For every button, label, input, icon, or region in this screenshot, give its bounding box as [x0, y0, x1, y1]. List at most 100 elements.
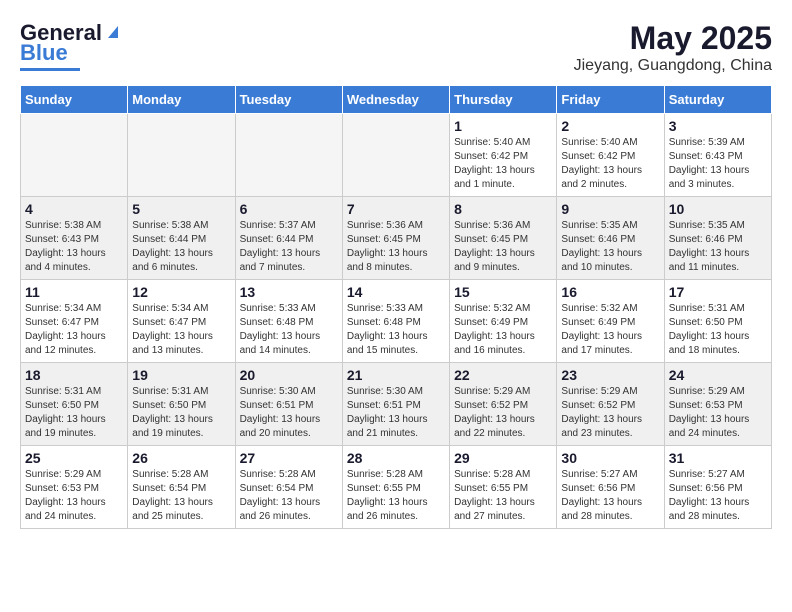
logo-icon	[104, 22, 122, 40]
calendar-cell: 11 Sunrise: 5:34 AMSunset: 6:47 PMDayligh…	[21, 280, 128, 363]
calendar-cell: 6Sunrise: 5:37 AMSunset: 6:44 PMDaylight…	[235, 197, 342, 280]
day-info: Sunrise: 5:29 AMSunset: 6:53 PMDaylight:…	[25, 468, 123, 524]
day-number: 2	[561, 118, 659, 134]
day-number: 3	[669, 118, 767, 134]
day-number: 19	[132, 367, 230, 383]
day-number: 31	[669, 450, 767, 466]
calendar-cell: 10 Sunrise: 5:35 AMSunset: 6:46 PMDayligh…	[664, 197, 771, 280]
day-number: 28	[347, 450, 445, 466]
day-info: Sunrise: 5:29 AMSunset: 6:52 PMDaylight:…	[454, 385, 552, 441]
day-number: 30	[561, 450, 659, 466]
calendar-cell: 30 Sunrise: 5:27 AMSunset: 6:56 PMDayligh…	[557, 446, 664, 529]
day-info: Sunrise: 5:35 AMSunset: 6:46 PMDaylight:…	[561, 219, 659, 275]
day-info: Sunrise: 5:29 AMSunset: 6:52 PMDaylight:…	[561, 385, 659, 441]
calendar-cell: 31 Sunrise: 5:27 AMSunset: 6:56 PMDayligh…	[664, 446, 771, 529]
calendar-cell	[342, 114, 449, 197]
column-header-saturday: Saturday	[664, 86, 771, 114]
calendar-week-4: 18 Sunrise: 5:31 AMSunset: 6:50 PMDayligh…	[21, 363, 772, 446]
day-number: 21	[347, 367, 445, 383]
day-number: 11	[25, 284, 123, 300]
calendar-cell: 1 Sunrise: 5:40 AMSunset: 6:42 PMDaylight…	[450, 114, 557, 197]
day-number: 1	[454, 118, 552, 134]
calendar-cell: 29 Sunrise: 5:28 AMSunset: 6:55 PMDayligh…	[450, 446, 557, 529]
calendar-cell: 9 Sunrise: 5:35 AMSunset: 6:46 PMDaylight…	[557, 197, 664, 280]
day-number: 23	[561, 367, 659, 383]
day-number: 15	[454, 284, 552, 300]
day-info: Sunrise: 5:34 AMSunset: 6:47 PMDaylight:…	[25, 302, 123, 358]
calendar-cell: 19 Sunrise: 5:31 AMSunset: 6:50 PMDayligh…	[128, 363, 235, 446]
day-number: 26	[132, 450, 230, 466]
day-info: Sunrise: 5:28 AMSunset: 6:54 PMDaylight:…	[240, 468, 338, 524]
day-info: Sunrise: 5:35 AMSunset: 6:46 PMDaylight:…	[669, 219, 767, 275]
day-number: 7	[347, 201, 445, 217]
day-number: 4	[25, 201, 123, 217]
day-number: 14	[347, 284, 445, 300]
day-info: Sunrise: 5:29 AMSunset: 6:53 PMDaylight:…	[669, 385, 767, 441]
day-number: 10	[669, 201, 767, 217]
day-info: Sunrise: 5:27 AMSunset: 6:56 PMDaylight:…	[669, 468, 767, 524]
calendar-cell: 22 Sunrise: 5:29 AMSunset: 6:52 PMDayligh…	[450, 363, 557, 446]
day-number: 27	[240, 450, 338, 466]
day-info: Sunrise: 5:34 AMSunset: 6:47 PMDaylight:…	[132, 302, 230, 358]
calendar-cell: 15 Sunrise: 5:32 AMSunset: 6:49 PMDayligh…	[450, 280, 557, 363]
day-number: 22	[454, 367, 552, 383]
month-title: May 2025	[574, 20, 772, 57]
day-info: Sunrise: 5:40 AMSunset: 6:42 PMDaylight:…	[454, 136, 552, 192]
location-title: Jieyang, Guangdong, China	[574, 57, 772, 75]
calendar-cell: 17 Sunrise: 5:31 AMSunset: 6:50 PMDayligh…	[664, 280, 771, 363]
calendar-cell: 28 Sunrise: 5:28 AMSunset: 6:55 PMDayligh…	[342, 446, 449, 529]
day-number: 6	[240, 201, 338, 217]
day-info: Sunrise: 5:33 AMSunset: 6:48 PMDaylight:…	[347, 302, 445, 358]
calendar-cell: 8 Sunrise: 5:36 AMSunset: 6:45 PMDaylight…	[450, 197, 557, 280]
day-number: 25	[25, 450, 123, 466]
calendar-cell: 24 Sunrise: 5:29 AMSunset: 6:53 PMDayligh…	[664, 363, 771, 446]
calendar-cell: 16 Sunrise: 5:32 AMSunset: 6:49 PMDayligh…	[557, 280, 664, 363]
day-info: Sunrise: 5:32 AMSunset: 6:49 PMDaylight:…	[561, 302, 659, 358]
day-number: 12	[132, 284, 230, 300]
day-number: 24	[669, 367, 767, 383]
day-number: 9	[561, 201, 659, 217]
calendar-cell: 23 Sunrise: 5:29 AMSunset: 6:52 PMDayligh…	[557, 363, 664, 446]
calendar-cell: 20Sunrise: 5:30 AMSunset: 6:51 PMDayligh…	[235, 363, 342, 446]
page-header: General Blue May 2025 Jieyang, Guangdong…	[20, 20, 772, 75]
day-info: Sunrise: 5:38 AMSunset: 6:43 PMDaylight:…	[25, 219, 123, 275]
day-number: 13	[240, 284, 338, 300]
logo-blue: Blue	[20, 40, 68, 66]
day-info: Sunrise: 5:36 AMSunset: 6:45 PMDaylight:…	[347, 219, 445, 275]
day-info: Sunrise: 5:31 AMSunset: 6:50 PMDaylight:…	[669, 302, 767, 358]
column-header-wednesday: Wednesday	[342, 86, 449, 114]
day-info: Sunrise: 5:38 AMSunset: 6:44 PMDaylight:…	[132, 219, 230, 275]
calendar-table: SundayMondayTuesdayWednesdayThursdayFrid…	[20, 85, 772, 529]
day-number: 29	[454, 450, 552, 466]
calendar-cell: 2 Sunrise: 5:40 AMSunset: 6:42 PMDaylight…	[557, 114, 664, 197]
day-info: Sunrise: 5:28 AMSunset: 6:55 PMDaylight:…	[454, 468, 552, 524]
day-number: 16	[561, 284, 659, 300]
day-info: Sunrise: 5:30 AMSunset: 6:51 PMDaylight:…	[347, 385, 445, 441]
day-number: 5	[132, 201, 230, 217]
calendar-cell: 18 Sunrise: 5:31 AMSunset: 6:50 PMDayligh…	[21, 363, 128, 446]
calendar-cell: 13 Sunrise: 5:33 AMSunset: 6:48 PMDayligh…	[235, 280, 342, 363]
day-info: Sunrise: 5:31 AMSunset: 6:50 PMDaylight:…	[132, 385, 230, 441]
day-info: Sunrise: 5:33 AMSunset: 6:48 PMDaylight:…	[240, 302, 338, 358]
day-info: Sunrise: 5:31 AMSunset: 6:50 PMDaylight:…	[25, 385, 123, 441]
day-number: 8	[454, 201, 552, 217]
day-info: Sunrise: 5:28 AMSunset: 6:55 PMDaylight:…	[347, 468, 445, 524]
calendar-cell	[128, 114, 235, 197]
calendar-week-1: 1 Sunrise: 5:40 AMSunset: 6:42 PMDaylight…	[21, 114, 772, 197]
day-info: Sunrise: 5:32 AMSunset: 6:49 PMDaylight:…	[454, 302, 552, 358]
day-number: 18	[25, 367, 123, 383]
day-number: 17	[669, 284, 767, 300]
day-info: Sunrise: 5:27 AMSunset: 6:56 PMDaylight:…	[561, 468, 659, 524]
calendar-header-row: SundayMondayTuesdayWednesdayThursdayFrid…	[21, 86, 772, 114]
column-header-tuesday: Tuesday	[235, 86, 342, 114]
calendar-cell: 4 Sunrise: 5:38 AMSunset: 6:43 PMDaylight…	[21, 197, 128, 280]
day-info: Sunrise: 5:36 AMSunset: 6:45 PMDaylight:…	[454, 219, 552, 275]
column-header-monday: Monday	[128, 86, 235, 114]
calendar-cell: 21 Sunrise: 5:30 AMSunset: 6:51 PMDayligh…	[342, 363, 449, 446]
calendar-cell: 14 Sunrise: 5:33 AMSunset: 6:48 PMDayligh…	[342, 280, 449, 363]
day-info: Sunrise: 5:40 AMSunset: 6:42 PMDaylight:…	[561, 136, 659, 192]
calendar-cell	[235, 114, 342, 197]
calendar-week-2: 4 Sunrise: 5:38 AMSunset: 6:43 PMDaylight…	[21, 197, 772, 280]
column-header-friday: Friday	[557, 86, 664, 114]
calendar-week-3: 11 Sunrise: 5:34 AMSunset: 6:47 PMDayligh…	[21, 280, 772, 363]
